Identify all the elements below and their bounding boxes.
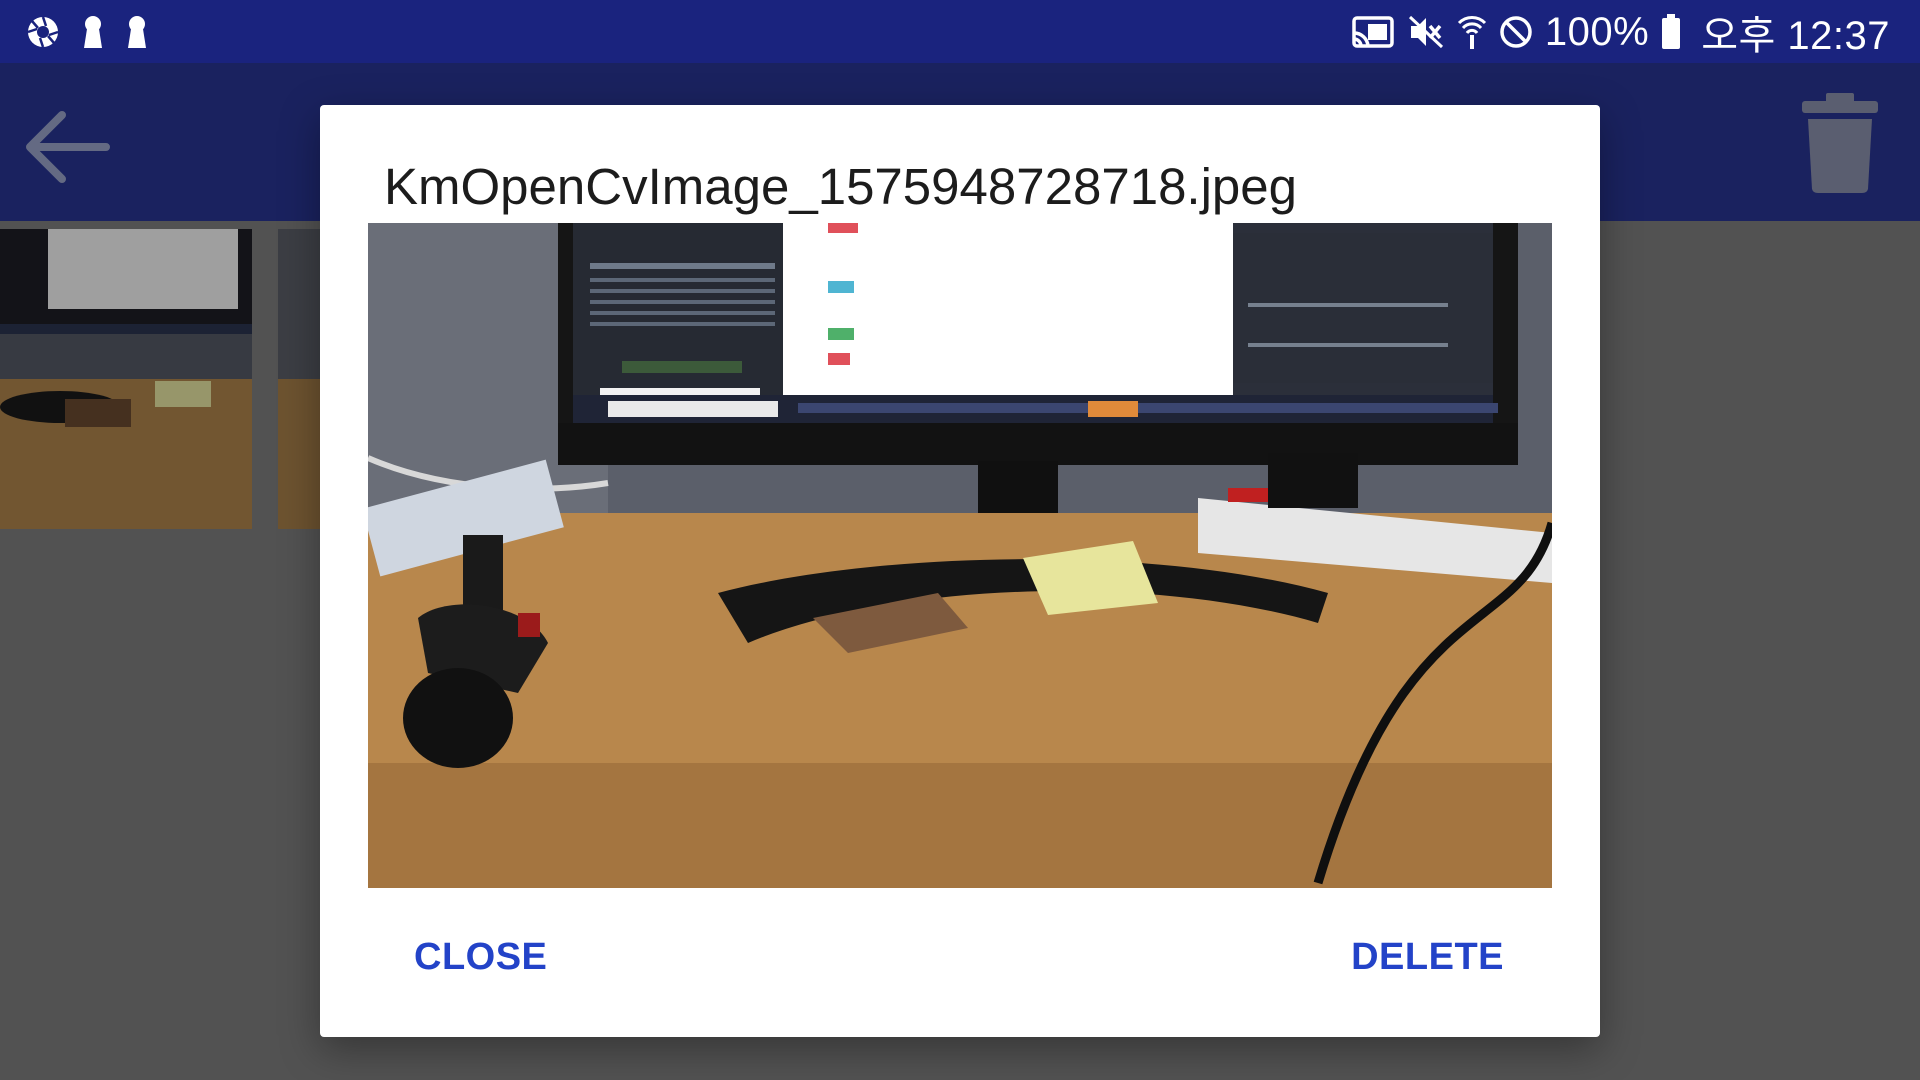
trash-icon xyxy=(1802,93,1878,193)
gallery-thumbnail[interactable] xyxy=(0,229,252,529)
cast-icon xyxy=(1351,15,1395,49)
preview-image xyxy=(368,223,1552,888)
mute-icon xyxy=(1407,14,1445,50)
camera-aperture-icon xyxy=(26,15,60,49)
dialog-actions: CLOSE DELETE xyxy=(320,917,1600,997)
gallery-thumbnail[interactable] xyxy=(278,229,320,529)
keyhole-icon xyxy=(126,15,148,49)
battery-icon xyxy=(1661,14,1681,50)
keyhole-icon xyxy=(82,15,104,49)
status-bar: 100% 오후 12:37 xyxy=(0,0,1920,63)
close-button[interactable]: CLOSE xyxy=(384,917,577,997)
clock: 오후 12:37 xyxy=(1701,14,1890,58)
do-not-disturb-icon xyxy=(1499,15,1533,49)
image-preview-dialog: KmOpenCvImage_1575948728718.jpeg CLOSE D… xyxy=(320,105,1600,1037)
dialog-title: KmOpenCvImage_1575948728718.jpeg xyxy=(384,158,1298,215)
delete-all-button[interactable] xyxy=(1800,91,1880,195)
status-right: 100% 오후 12:37 xyxy=(1351,8,1890,58)
arrow-back-icon xyxy=(26,111,110,183)
status-left-icons xyxy=(26,12,148,52)
battery-percent: 100% xyxy=(1544,9,1650,54)
delete-button[interactable]: DELETE xyxy=(1321,917,1534,997)
back-button[interactable] xyxy=(20,99,116,195)
wifi-icon xyxy=(1457,13,1487,51)
